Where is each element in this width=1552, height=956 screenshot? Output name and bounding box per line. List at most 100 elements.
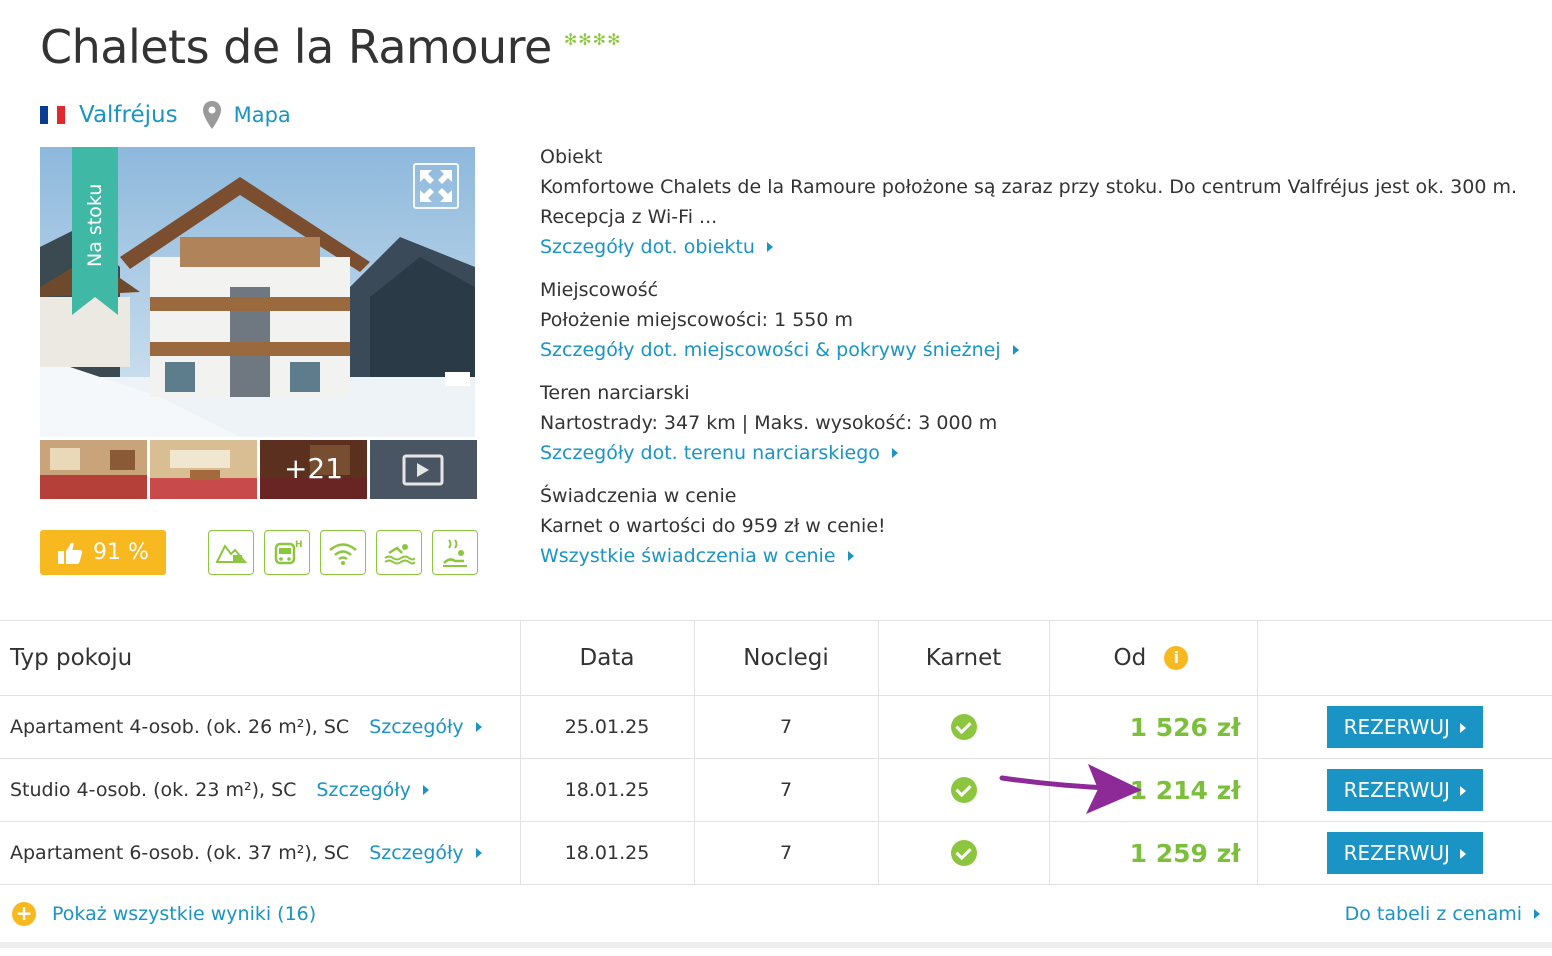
room-type: Apartament 6-osob. (ok. 37 m²), SC bbox=[10, 842, 350, 864]
date-cell: 18.01.25 bbox=[520, 758, 695, 822]
column-header-nights: Noclegi bbox=[694, 620, 879, 696]
check-circle-icon bbox=[950, 714, 977, 740]
included-details-link[interactable]: Wszystkie świadczenia w cenie bbox=[540, 541, 1530, 571]
nights-cell: 7 bbox=[694, 758, 879, 822]
room-details-link[interactable]: Szczegóły bbox=[369, 716, 482, 738]
swimming-pool-icon[interactable] bbox=[376, 530, 422, 575]
main-hotel-photo[interactable]: Na stoku bbox=[40, 147, 475, 437]
star-rating: ✻✻✻✻ bbox=[563, 30, 622, 49]
price-value: 1 526 zł bbox=[1129, 712, 1241, 742]
included-details-label: Wszystkie świadczenia w cenie bbox=[540, 545, 836, 567]
book-button-label: REZERWUJ bbox=[1343, 841, 1450, 865]
thumbnail-more-photos[interactable]: +21 bbox=[260, 440, 367, 499]
column-header-date: Data bbox=[520, 620, 695, 696]
table-row: Apartament 4-osob. (ok. 26 m²), SC Szczeg… bbox=[0, 695, 1552, 759]
map-pin-icon bbox=[202, 101, 221, 129]
shuttle-bus-icon[interactable]: H bbox=[264, 530, 310, 575]
info-icon[interactable]: i bbox=[1164, 646, 1189, 670]
thumbnail-kitchen[interactable] bbox=[150, 440, 257, 499]
check-circle-icon bbox=[950, 840, 977, 866]
book-button-label: REZERWUJ bbox=[1343, 715, 1450, 739]
caret-right-icon bbox=[475, 847, 482, 858]
object-details-link[interactable]: Szczegóły dot. obiektu bbox=[540, 232, 1530, 262]
room-type-cell: Apartament 6-osob. (ok. 37 m²), SC Szczeg… bbox=[0, 821, 521, 885]
town-description: Położenie miejscowości: 1 550 m bbox=[540, 309, 854, 331]
check-circle-icon bbox=[950, 777, 977, 803]
table-row: Studio 4-osob. (ok. 23 m²), SC Szczegóły … bbox=[0, 758, 1552, 822]
svg-text:H: H bbox=[295, 540, 303, 550]
column-header-action bbox=[1257, 620, 1552, 696]
included-description: Karnet o wartości do 959 zł w cenie! bbox=[540, 515, 886, 537]
object-info-block: Obiekt Komfortowe Chalets de la Ramoure … bbox=[540, 142, 1530, 262]
location-link[interactable]: Valfréjus bbox=[79, 102, 178, 128]
room-details-link[interactable]: Szczegóły bbox=[369, 842, 482, 864]
included-info-block: Świadczenia w cenie Karnet o wartości do… bbox=[540, 481, 1530, 571]
table-row: Apartament 6-osob. (ok. 37 m²), SC Szczeg… bbox=[0, 821, 1552, 885]
table-header-row: Typ pokoju Data Noclegi Karnet Od i bbox=[0, 620, 1552, 696]
book-button[interactable]: REZERWUJ bbox=[1326, 832, 1483, 874]
room-details-label: Szczegóły bbox=[316, 779, 411, 801]
hotel-name: Chalets de la Ramoure bbox=[40, 20, 552, 74]
amenity-icons: H bbox=[208, 530, 478, 575]
column-header-ski-pass: Karnet bbox=[878, 620, 1050, 696]
ski-area-heading: Teren narciarski bbox=[540, 382, 690, 404]
map-link[interactable]: Mapa bbox=[234, 103, 291, 127]
caret-right-icon bbox=[475, 721, 482, 732]
object-description: Komfortowe Chalets de la Ramoure położon… bbox=[540, 176, 1517, 228]
nights-cell: 7 bbox=[694, 695, 879, 759]
location-row: Valfréjus Mapa bbox=[40, 98, 291, 132]
ski-area-details-link[interactable]: Szczegóły dot. terenu narciarskiego bbox=[540, 438, 1530, 468]
thumbs-up-icon bbox=[58, 542, 83, 564]
price-header-label: Od bbox=[1113, 645, 1147, 671]
action-cell: REZERWUJ bbox=[1257, 821, 1552, 885]
ski-pass-cell bbox=[878, 821, 1050, 885]
annotation-arrow-icon bbox=[999, 764, 1142, 814]
show-all-results-link[interactable]: + Pokaż wszystkie wyniki (16) bbox=[12, 902, 316, 926]
object-heading: Obiekt bbox=[540, 146, 603, 168]
show-all-results-label: Pokaż wszystkie wyniki (16) bbox=[52, 903, 317, 925]
column-header-price: Od i bbox=[1049, 620, 1258, 696]
caret-right-icon bbox=[1459, 722, 1466, 733]
date-cell: 18.01.25 bbox=[520, 821, 695, 885]
included-heading: Świadczenia w cenie bbox=[540, 485, 737, 507]
caret-right-icon bbox=[891, 447, 898, 458]
price-table-link[interactable]: Do tabeli z cenami bbox=[1345, 903, 1540, 925]
caret-right-icon bbox=[1459, 848, 1466, 859]
ski-pass-cell bbox=[878, 695, 1050, 759]
action-cell: REZERWUJ bbox=[1257, 695, 1552, 759]
town-heading: Miejscowość bbox=[540, 279, 659, 301]
wifi-icon[interactable] bbox=[320, 530, 366, 575]
column-header-room-type: Typ pokoju bbox=[0, 620, 521, 696]
ribbon-label: Na stoku bbox=[84, 183, 106, 267]
hotel-info: Obiekt Komfortowe Chalets de la Ramoure … bbox=[540, 142, 1530, 584]
on-slope-ribbon: Na stoku bbox=[72, 147, 118, 315]
thumbnail-living-room[interactable] bbox=[40, 440, 147, 499]
ski-slope-house-icon[interactable] bbox=[208, 530, 254, 575]
room-type-cell: Studio 4-osob. (ok. 23 m²), SC Szczegóły bbox=[0, 758, 521, 822]
price-table-label: Do tabeli z cenami bbox=[1344, 903, 1522, 925]
room-type-cell: Apartament 4-osob. (ok. 26 m²), SC Szczeg… bbox=[0, 695, 521, 759]
expand-icon[interactable] bbox=[413, 163, 459, 209]
video-play-icon bbox=[370, 440, 477, 499]
book-button[interactable]: REZERWUJ bbox=[1326, 769, 1483, 811]
thumbnail-video[interactable] bbox=[370, 440, 477, 499]
town-details-link[interactable]: Szczegóły dot. miejscowości & pokrywy śn… bbox=[540, 335, 1530, 365]
spa-icon[interactable] bbox=[432, 530, 478, 575]
caret-right-icon bbox=[766, 241, 773, 252]
book-button-label: REZERWUJ bbox=[1343, 778, 1450, 802]
ski-area-description: Nartostrady: 347 km | Maks. wysokość: 3 … bbox=[540, 412, 998, 434]
date-cell: 25.01.25 bbox=[520, 695, 695, 759]
town-details-label: Szczegóły dot. miejscowości & pokrywy śn… bbox=[540, 339, 1001, 361]
results-footer: + Pokaż wszystkie wyniki (16) Do tabeli … bbox=[0, 886, 1552, 948]
room-type: Apartament 4-osob. (ok. 26 m²), SC bbox=[10, 716, 350, 738]
ski-area-details-label: Szczegóły dot. terenu narciarskiego bbox=[540, 442, 880, 464]
book-button[interactable]: REZERWUJ bbox=[1326, 706, 1483, 748]
action-cell: REZERWUJ bbox=[1257, 758, 1552, 822]
ski-area-info-block: Teren narciarski Nartostrady: 347 km | M… bbox=[540, 378, 1530, 468]
room-details-link[interactable]: Szczegóły bbox=[316, 779, 429, 801]
town-info-block: Miejscowość Położenie miejscowości: 1 55… bbox=[540, 275, 1530, 365]
hotel-title-row: Chalets de la Ramoure ✻✻✻✻ bbox=[40, 18, 621, 76]
room-type: Studio 4-osob. (ok. 23 m²), SC bbox=[10, 779, 297, 801]
nights-cell: 7 bbox=[694, 821, 879, 885]
rating-badge[interactable]: 91 % bbox=[40, 530, 166, 575]
